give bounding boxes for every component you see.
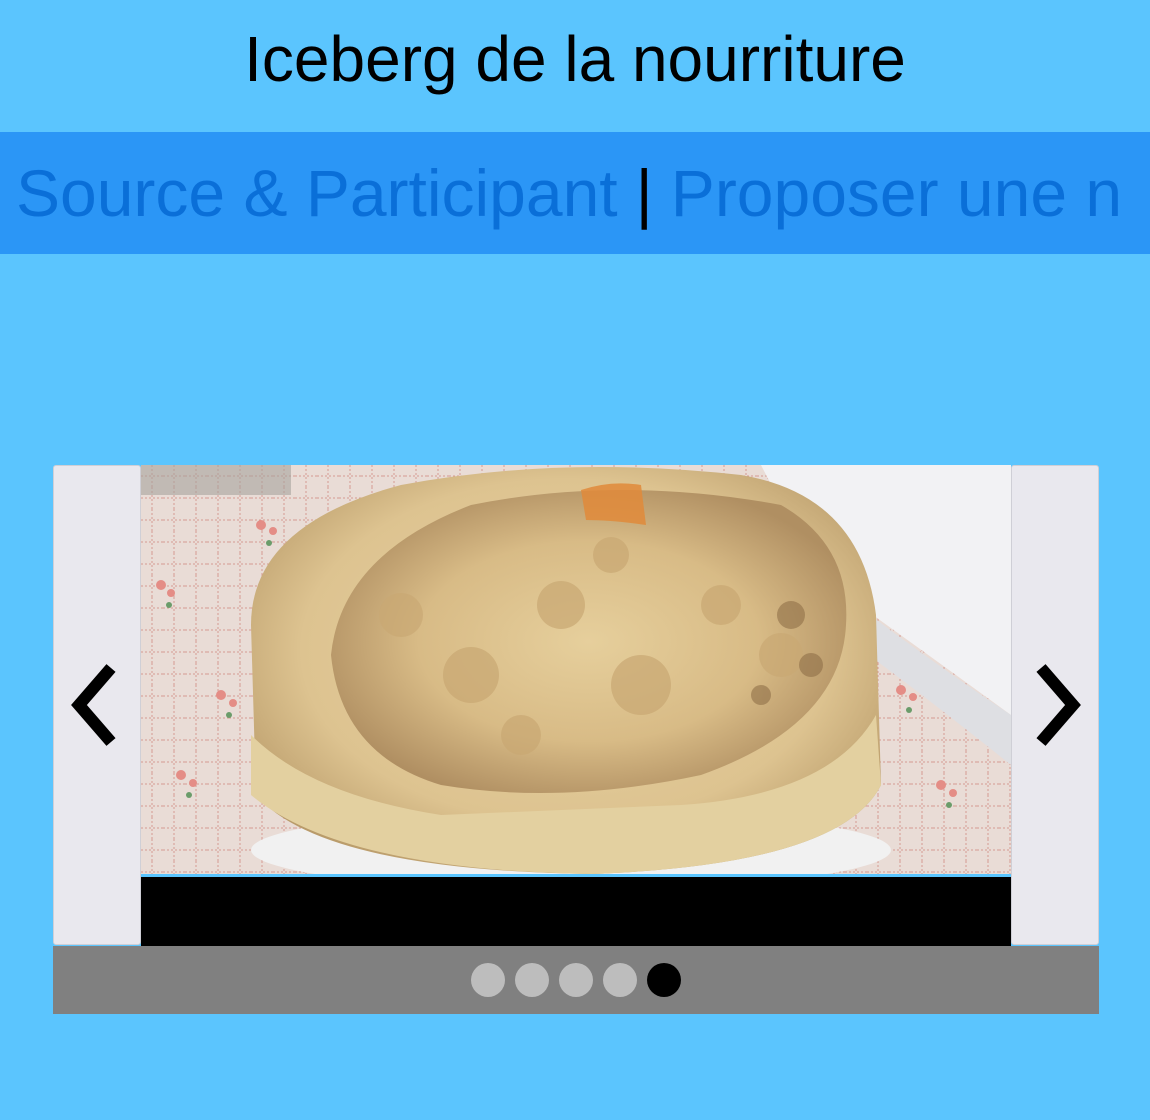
nav-link-source-participant[interactable]: Source & Participant xyxy=(16,155,618,231)
image-carousel xyxy=(53,465,1099,1014)
carousel-frame xyxy=(53,465,1099,946)
nav-separator: | xyxy=(635,156,653,230)
chevron-left-icon xyxy=(71,664,116,746)
carousel-prev-button[interactable] xyxy=(53,465,141,945)
nav-link-propose[interactable]: Proposer une n xyxy=(671,155,1122,231)
carousel-dot-4[interactable] xyxy=(603,963,637,997)
carousel-indicators xyxy=(53,946,1099,1014)
page-title: Iceberg de la nourriture xyxy=(244,23,906,95)
slide-image xyxy=(141,465,1011,877)
carousel-next-button[interactable] xyxy=(1011,465,1099,945)
nav-links: Source & Participant | Proposer une n xyxy=(0,155,1122,231)
slide-caption xyxy=(141,877,1011,946)
top-nav: Source & Participant | Proposer une n xyxy=(0,132,1150,254)
cheese-image xyxy=(141,465,1011,874)
carousel-slide xyxy=(141,465,1011,946)
carousel-dot-3[interactable] xyxy=(559,963,593,997)
carousel-dot-2[interactable] xyxy=(515,963,549,997)
chevron-right-icon xyxy=(1036,664,1081,746)
carousel-dot-5[interactable] xyxy=(647,963,681,997)
carousel-dot-1[interactable] xyxy=(471,963,505,997)
